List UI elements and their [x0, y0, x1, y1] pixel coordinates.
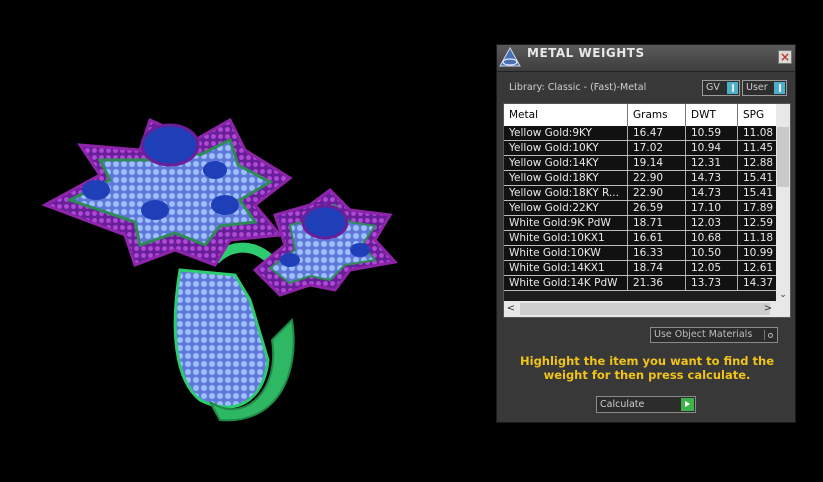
cell-dwt: 12.03 [685, 215, 738, 231]
calculate-label: Calculate [600, 399, 645, 410]
scroll-left-icon[interactable]: < [504, 301, 518, 317]
cell-metal: Yellow Gold:18KY [504, 170, 628, 186]
cell-grams: 16.33 [627, 245, 686, 261]
cell-grams: 18.74 [627, 260, 686, 276]
vertical-scrollbar[interactable]: ⌄ [776, 104, 790, 301]
vertical-scroll-thumb[interactable] [777, 127, 789, 187]
cell-grams: 17.02 [627, 140, 686, 156]
cell-metal: White Gold:10KX1 [504, 230, 628, 246]
horizontal-scroll-thumb[interactable] [520, 303, 770, 315]
cell-metal: Yellow Gold:9KY [504, 126, 628, 141]
cell-metal: White Gold:14K PdW [504, 275, 628, 291]
cell-grams: 16.61 [627, 230, 686, 246]
scroll-right-icon[interactable]: > [761, 301, 775, 317]
cell-grams: 16.47 [627, 126, 686, 141]
cell-dwt: 17.10 [685, 200, 738, 216]
radio-dot-icon [764, 330, 775, 340]
table-row[interactable]: Yellow Gold:18KY R... 22.90 14.73 15.41 [504, 185, 784, 201]
metal-table[interactable]: Metal Grams DWT SPG Yellow Gold:9KY 16.47… [503, 103, 791, 318]
cell-grams: 26.59 [627, 200, 686, 216]
table-row[interactable]: White Gold:10KX1 16.61 10.68 11.18 [504, 230, 784, 246]
cell-metal: White Gold:10KW [504, 245, 628, 261]
cell-dwt: 14.73 [685, 185, 738, 201]
table-header-row: Metal Grams DWT SPG [504, 104, 784, 126]
column-header-grams[interactable]: Grams [627, 104, 686, 126]
cell-grams: 19.14 [627, 155, 686, 171]
cell-metal: Yellow Gold:22KY [504, 200, 628, 216]
use-object-materials-label: Use Object Materials [654, 329, 753, 340]
table-row[interactable]: Yellow Gold:18KY 22.90 14.73 15.41 [504, 170, 784, 186]
cell-dwt: 10.59 [685, 126, 738, 141]
column-header-metal[interactable]: Metal [504, 104, 628, 126]
toggle-switch-icon [774, 82, 785, 94]
gv-toggle[interactable]: GV [702, 80, 740, 96]
column-header-dwt[interactable]: DWT [685, 104, 738, 126]
cell-grams: 22.90 [627, 185, 686, 201]
cell-dwt: 14.73 [685, 170, 738, 186]
ring-render [41, 117, 398, 422]
cell-grams: 18.71 [627, 215, 686, 231]
table-row[interactable]: Yellow Gold:10KY 17.02 10.94 11.45 [504, 140, 784, 156]
cell-dwt: 13.73 [685, 275, 738, 291]
cell-metal: White Gold:14KX1 [504, 260, 628, 276]
table-row[interactable]: Yellow Gold:14KY 19.14 12.31 12.88 [504, 155, 784, 171]
panel-title: METAL WEIGHTS [527, 46, 645, 60]
table-row[interactable]: Yellow Gold:9KY 16.47 10.59 11.08 [504, 126, 784, 141]
library-label: Library: Classic - (Fast)-Metal [509, 82, 647, 93]
cell-dwt: 10.68 [685, 230, 738, 246]
cell-dwt: 10.94 [685, 140, 738, 156]
table-row[interactable]: White Gold:10KW 16.33 10.50 10.99 [504, 245, 784, 261]
calculate-button[interactable]: Calculate [596, 396, 696, 413]
cell-dwt: 12.05 [685, 260, 738, 276]
instruction-text: Highlight the item you want to find the … [520, 354, 774, 382]
cell-metal: White Gold:9K PdW [504, 215, 628, 231]
cell-dwt: 12.31 [685, 155, 738, 171]
user-toggle[interactable]: User [742, 80, 787, 96]
cell-dwt: 10.50 [685, 245, 738, 261]
user-toggle-label: User [746, 82, 768, 93]
table-row[interactable]: Yellow Gold:22KY 26.59 17.10 17.89 [504, 200, 784, 216]
table-row[interactable]: White Gold:9K PdW 18.71 12.03 12.59 [504, 215, 784, 231]
metal-weights-panel: METAL WEIGHTS × Library: Classic - (Fast… [496, 44, 796, 423]
cell-grams: 21.36 [627, 275, 686, 291]
cell-metal: Yellow Gold:18KY R... [504, 185, 628, 201]
3d-viewport[interactable] [0, 0, 496, 482]
app-logo-icon [499, 46, 521, 67]
gv-toggle-label: GV [706, 82, 720, 93]
table-row[interactable]: White Gold:14KX1 18.74 12.05 12.61 [504, 260, 784, 276]
cell-metal: Yellow Gold:14KY [504, 155, 628, 171]
table-row[interactable]: White Gold:14K PdW 21.36 13.73 14.37 [504, 275, 784, 291]
cell-grams: 22.90 [627, 170, 686, 186]
use-object-materials-toggle[interactable]: Use Object Materials [650, 327, 778, 343]
horizontal-scrollbar[interactable]: < > [504, 301, 790, 317]
panel-titlebar[interactable]: METAL WEIGHTS × [497, 45, 795, 72]
toggle-switch-icon [727, 82, 738, 94]
scroll-down-icon[interactable]: ⌄ [776, 289, 790, 301]
cell-metal: Yellow Gold:10KY [504, 140, 628, 156]
play-arrow-icon [681, 398, 694, 411]
close-icon[interactable]: × [778, 50, 792, 64]
